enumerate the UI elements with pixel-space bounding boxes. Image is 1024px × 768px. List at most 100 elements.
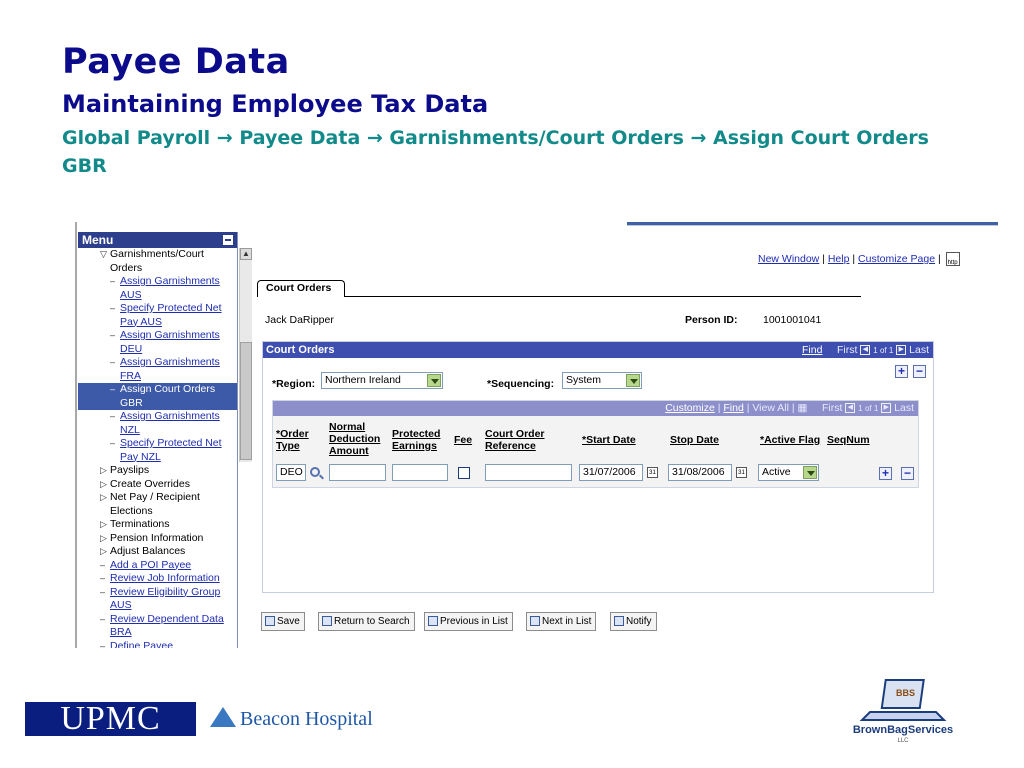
grid-add-row-icon[interactable]: + xyxy=(879,467,892,480)
col-court-order-ref[interactable]: Court Order Reference xyxy=(485,428,559,452)
slide-navigation-path: Global Payroll → Payee Data → Garnishmen… xyxy=(62,127,929,177)
menu-item-label[interactable]: Assign Garnishments AUS xyxy=(120,275,220,301)
stop-date-calendar-icon[interactable]: 31 xyxy=(736,467,747,478)
sequencing-select[interactable]: System xyxy=(562,372,642,389)
order-type-lookup-icon[interactable] xyxy=(310,467,320,477)
menu-item[interactable]: ▷ Pension Information xyxy=(78,532,237,546)
panel-delete-row-icon[interactable]: − xyxy=(913,365,926,378)
court-orders-grid: Customize | Find | View All | ▦ First ◀ … xyxy=(272,400,919,488)
menu-item[interactable]: – Review Job Information xyxy=(78,572,237,586)
menu-item[interactable]: ▽ Garnishments/Court Orders xyxy=(78,248,237,275)
panel-add-row-icon[interactable]: + xyxy=(895,365,908,378)
order-type-input[interactable]: DEO xyxy=(276,464,306,481)
menu-item[interactable]: – Assign Court Orders GBR xyxy=(78,383,237,410)
save-icon xyxy=(265,616,275,627)
fee-checkbox[interactable] xyxy=(458,467,470,479)
menu-item-label[interactable]: Assign Garnishments FRA xyxy=(120,356,220,382)
menu-dash-icon: – xyxy=(110,276,116,286)
court-order-ref-input[interactable] xyxy=(485,464,572,481)
menu-item[interactable]: – Review Dependent Data BRA xyxy=(78,613,237,640)
menu-item-label[interactable]: Review Eligibility Group AUS xyxy=(110,586,220,612)
slide-subtitle: Maintaining Employee Tax Data xyxy=(62,90,489,118)
return-to-search-button[interactable]: Return to Search xyxy=(318,612,415,631)
menu-item-label[interactable]: Define Payee xyxy=(110,640,173,649)
help-link[interactable]: Help xyxy=(828,253,850,265)
col-stop-date[interactable]: Stop Date xyxy=(670,434,719,446)
active-flag-select[interactable]: Active xyxy=(758,464,819,481)
menu-item-label[interactable]: Assign Garnishments DEU xyxy=(120,329,220,355)
active-flag-dropdown-icon[interactable] xyxy=(803,466,817,479)
previous-in-list-button[interactable]: Previous in List xyxy=(424,612,513,631)
notify-label: Notify xyxy=(626,616,652,627)
scroll-thumb[interactable] xyxy=(240,342,252,460)
scroll-up-icon[interactable]: ▲ xyxy=(240,248,252,260)
stop-date-input[interactable]: 31/08/2006 xyxy=(668,464,732,481)
save-button[interactable]: Save xyxy=(261,612,305,631)
grid-delete-row-icon[interactable]: − xyxy=(901,467,914,480)
next-in-list-button[interactable]: Next in List xyxy=(526,612,597,631)
menu-item[interactable]: ▷ Terminations xyxy=(78,518,237,532)
normal-deduction-input[interactable] xyxy=(329,464,386,481)
grid-view-all-link[interactable]: View All xyxy=(752,402,789,414)
tab-court-orders[interactable]: Court Orders xyxy=(257,280,345,297)
menu-item[interactable]: ▷ Payslips xyxy=(78,464,237,478)
grid-count: 1 of 1 xyxy=(858,404,879,413)
court-orders-panel: Court Orders Find First ◀ 1 of 1 ▶ Last … xyxy=(262,341,934,593)
protected-earnings-input[interactable] xyxy=(392,464,448,481)
collapsed-folder-icon: ▷ xyxy=(100,532,107,543)
sequencing-dropdown-icon[interactable] xyxy=(626,374,640,387)
start-date-calendar-icon[interactable]: 31 xyxy=(647,467,658,478)
menu-dash-icon: – xyxy=(110,357,116,367)
menu-item-label[interactable]: Review Job Information xyxy=(110,572,220,584)
menu-item[interactable]: – Define Payee xyxy=(78,640,237,649)
col-active-flag[interactable]: *Active Flag xyxy=(760,434,820,446)
customize-page-link[interactable]: Customize Page xyxy=(858,253,935,265)
grid-next-icon[interactable]: ▶ xyxy=(881,403,892,414)
menu-item[interactable]: – Assign Garnishments DEU xyxy=(78,329,237,356)
menu-item[interactable]: – Specify Protected Net Pay AUS xyxy=(78,302,237,329)
menu-item[interactable]: – Add a POI Payee xyxy=(78,559,237,573)
panel-prev-icon[interactable]: ◀ xyxy=(860,345,871,356)
notify-button[interactable]: Notify xyxy=(610,612,657,631)
panel-find-link[interactable]: Find xyxy=(802,344,822,356)
menu-collapse-icon[interactable] xyxy=(223,235,233,245)
col-order-type[interactable]: *Order Type xyxy=(276,428,316,452)
region-select[interactable]: Northern Ireland xyxy=(321,372,443,389)
col-protected-earnings[interactable]: Protected Earnings xyxy=(392,428,448,452)
new-window-link[interactable]: New Window xyxy=(758,253,819,265)
menu-item[interactable]: – Specify Protected Net Pay NZL xyxy=(78,437,237,464)
person-id-value: 1001001041 xyxy=(763,314,822,326)
col-start-date[interactable]: *Start Date xyxy=(582,434,636,446)
expanded-folder-icon: ▽ xyxy=(100,249,107,259)
panel-first-label: First xyxy=(837,344,858,356)
person-id-label: Person ID: xyxy=(685,314,738,326)
menu-item-label[interactable]: Add a POI Payee xyxy=(110,559,191,571)
col-fee[interactable]: Fee xyxy=(454,434,472,446)
menu-dash-icon: – xyxy=(110,330,116,340)
menu-item[interactable]: – Review Eligibility Group AUS xyxy=(78,586,237,613)
http-icon[interactable]: http xyxy=(945,252,960,266)
menu-item-label[interactable]: Specify Protected Net Pay AUS xyxy=(120,302,222,328)
menu-item-label[interactable]: Specify Protected Net Pay NZL xyxy=(120,437,222,463)
start-date-input[interactable]: 31/07/2006 xyxy=(579,464,643,481)
menu-item[interactable]: ▷ Net Pay / Recipient Elections xyxy=(78,491,237,518)
menu-item[interactable]: – Assign Garnishments FRA xyxy=(78,356,237,383)
menu-item-label[interactable]: Assign Garnishments NZL xyxy=(120,410,220,436)
col-normal-deduction[interactable]: Normal Deduction Amount xyxy=(329,421,389,457)
menu-item[interactable]: – Assign Garnishments NZL xyxy=(78,410,237,437)
grid-prev-icon[interactable]: ◀ xyxy=(845,403,856,414)
region-dropdown-icon[interactable] xyxy=(427,374,441,387)
grid-find-link[interactable]: Find xyxy=(723,402,743,414)
menu-item-label[interactable]: Review Dependent Data BRA xyxy=(110,613,224,639)
panel-next-icon[interactable]: ▶ xyxy=(896,345,907,356)
menu-item[interactable]: ▷ Adjust Balances xyxy=(78,545,237,559)
col-seqnum[interactable]: SeqNum xyxy=(827,434,870,446)
collapsed-folder-icon: ▷ xyxy=(100,465,107,475)
menu-scrollbar[interactable]: ▲ xyxy=(239,248,252,462)
grid-spreadsheet-icon[interactable]: ▦ xyxy=(798,402,808,414)
menu-item[interactable]: – Assign Garnishments AUS xyxy=(78,275,237,302)
grid-customize-link[interactable]: Customize xyxy=(665,402,715,414)
menu-item-label: Assign Court Orders GBR xyxy=(120,383,216,409)
menu-item[interactable]: ▷ Create Overrides xyxy=(78,478,237,492)
menu-item-label: Pension Information xyxy=(110,531,204,544)
